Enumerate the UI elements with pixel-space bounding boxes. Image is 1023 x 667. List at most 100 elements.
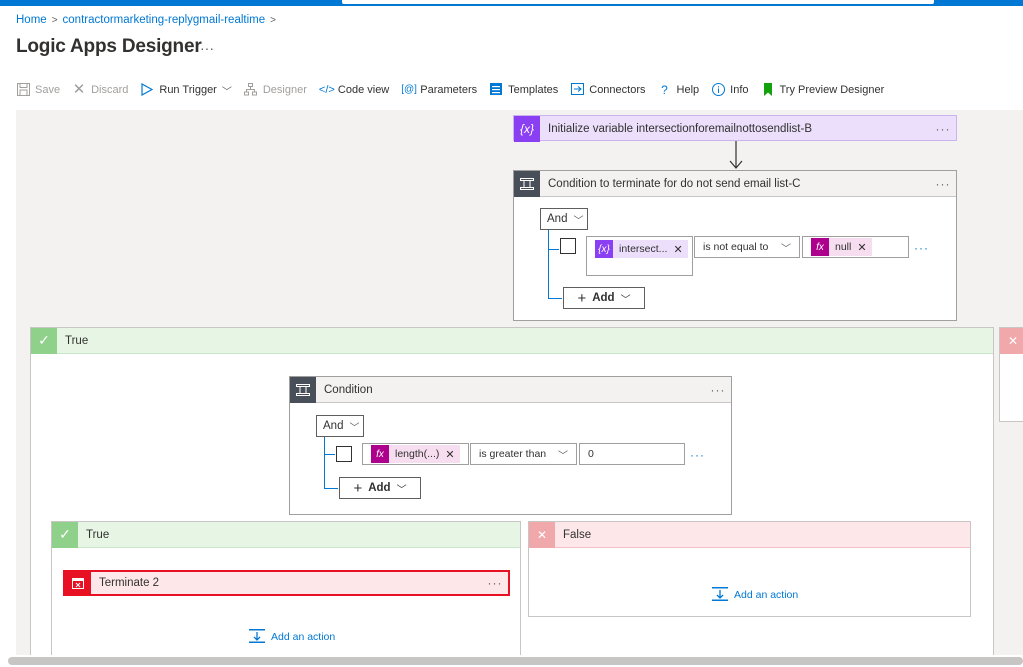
branch-label: True bbox=[65, 334, 89, 347]
card-header: Terminate 2 ··· bbox=[65, 572, 508, 594]
connectors-label: Connectors bbox=[589, 84, 646, 96]
try-preview-designer-button[interactable]: Try Preview Designer bbox=[761, 83, 884, 97]
templates-button[interactable]: Templates bbox=[489, 83, 558, 97]
false-branch-header[interactable]: ✕ False bbox=[529, 521, 970, 548]
and-label: And bbox=[547, 213, 568, 225]
terminate-action-card[interactable]: Terminate 2 ··· bbox=[63, 570, 510, 596]
row-more-button[interactable]: ··· bbox=[690, 448, 705, 462]
expression-token[interactable]: fx null ✕ bbox=[811, 238, 872, 256]
row-checkbox[interactable] bbox=[336, 446, 352, 462]
add-action-label: Add an action bbox=[734, 589, 799, 601]
condition-icon bbox=[514, 170, 540, 197]
connector-arrow bbox=[729, 141, 743, 169]
add-an-action-button[interactable]: Add an action bbox=[249, 629, 335, 645]
condition-left-operand[interactable]: fx length(...) ✕ bbox=[362, 443, 469, 465]
add-action-icon bbox=[712, 587, 728, 603]
parameters-icon: [@] bbox=[401, 84, 417, 95]
function-icon: fx bbox=[371, 445, 389, 463]
close-icon[interactable]: ✕ bbox=[857, 241, 866, 254]
add-action-label: Add an action bbox=[271, 631, 336, 643]
and-or-dropdown[interactable]: And ﹀ bbox=[316, 415, 365, 437]
toolbar: Save ✕ Discard Run Trigger ﹀ Designer </… bbox=[16, 82, 896, 98]
condition-left-operand[interactable]: {x} intersect... ✕ bbox=[586, 236, 693, 276]
condition-card-inner[interactable]: Condition ··· And ﹀ fx length(...) ✕ is … bbox=[289, 376, 732, 515]
token-label: intersect... bbox=[619, 243, 668, 255]
branch-label: False bbox=[563, 528, 592, 541]
variable-icon: {x} bbox=[595, 240, 613, 258]
plus-icon: + bbox=[577, 289, 587, 307]
info-button[interactable]: Info bbox=[711, 83, 749, 97]
check-icon: ✓ bbox=[52, 521, 78, 548]
condition-value-input[interactable]: 0 bbox=[579, 443, 685, 465]
variable-icon: {x} bbox=[514, 116, 540, 142]
more-options-button[interactable]: ··· bbox=[200, 40, 214, 56]
discard-button[interactable]: ✕ Discard bbox=[72, 81, 129, 98]
horizontal-scrollbar[interactable] bbox=[0, 655, 1023, 667]
save-button[interactable]: Save bbox=[16, 83, 60, 97]
tree-line bbox=[548, 298, 562, 299]
more-options-button[interactable]: ··· bbox=[930, 177, 956, 191]
more-options-button[interactable]: ··· bbox=[705, 383, 731, 397]
chevron-down-icon: ﹀ bbox=[558, 451, 568, 462]
templates-label: Templates bbox=[508, 84, 559, 96]
close-icon: ✕ bbox=[72, 81, 86, 98]
breadcrumb-app[interactable]: contractormarketing-replygmail-realtime bbox=[63, 14, 266, 26]
run-trigger-label: Run Trigger bbox=[159, 84, 217, 96]
operator-dropdown[interactable]: is greater than ﹀ bbox=[470, 443, 577, 465]
save-icon bbox=[16, 83, 30, 97]
breadcrumb-home[interactable]: Home bbox=[16, 14, 47, 26]
add-an-action-button[interactable]: Add an action bbox=[712, 587, 798, 603]
true-branch-header[interactable]: ✓ True bbox=[31, 327, 993, 354]
close-icon: ✕ bbox=[529, 521, 555, 548]
card-header: Condition to terminate for do not send e… bbox=[514, 170, 956, 197]
more-options-button[interactable]: ··· bbox=[482, 576, 508, 590]
false-branch-header[interactable]: ✕ bbox=[1000, 327, 1023, 354]
tree-line bbox=[324, 437, 325, 489]
connectors-button[interactable]: Connectors bbox=[570, 83, 646, 97]
code-view-button[interactable]: </> Code view bbox=[319, 83, 389, 97]
condition-card-c[interactable]: Condition to terminate for do not send e… bbox=[513, 170, 957, 321]
add-label: Add bbox=[368, 482, 391, 494]
false-branch-inner: ✕ False Add an action bbox=[528, 521, 971, 617]
more-options-button[interactable]: ··· bbox=[930, 122, 956, 136]
page-title: Logic Apps Designer bbox=[16, 36, 202, 57]
connectors-icon bbox=[570, 83, 584, 97]
scrollbar-thumb[interactable] bbox=[8, 657, 1023, 665]
card-title: Condition bbox=[324, 383, 373, 396]
parameters-button[interactable]: [@] Parameters bbox=[401, 83, 477, 97]
help-button[interactable]: ? Help bbox=[658, 83, 699, 97]
designer-label: Designer bbox=[262, 84, 307, 96]
tree-line bbox=[324, 454, 335, 455]
chevron-down-icon: ﹀ bbox=[781, 244, 791, 255]
condition-icon bbox=[290, 376, 316, 403]
expression-token[interactable]: fx length(...) ✕ bbox=[371, 445, 460, 463]
close-icon[interactable]: ✕ bbox=[673, 243, 682, 256]
condition-right-operand[interactable]: fx null ✕ bbox=[802, 236, 909, 258]
code-icon: </> bbox=[318, 84, 335, 96]
operator-dropdown[interactable]: is not equal to ﹀ bbox=[694, 236, 800, 258]
close-icon[interactable]: ✕ bbox=[445, 448, 454, 461]
tree-line bbox=[548, 249, 559, 250]
value-text: 0 bbox=[588, 448, 594, 460]
chevron-down-icon: ﹀ bbox=[221, 86, 232, 98]
designer-button[interactable]: Designer bbox=[244, 83, 307, 97]
info-icon bbox=[711, 83, 725, 97]
operator-label: is not equal to bbox=[703, 241, 769, 253]
run-trigger-button[interactable]: Run Trigger ﹀ bbox=[140, 82, 232, 98]
designer-icon bbox=[244, 83, 258, 97]
true-branch-header[interactable]: ✓ True bbox=[52, 521, 520, 548]
add-condition-button[interactable]: + Add ﹀ bbox=[339, 477, 421, 499]
breadcrumb: Home > contractormarketing-replygmail-re… bbox=[16, 14, 276, 26]
bookmark-icon bbox=[761, 83, 775, 97]
and-or-dropdown[interactable]: And ﹀ bbox=[540, 208, 589, 230]
card-header: {x} Initialize variable intersectionfore… bbox=[514, 116, 956, 142]
designer-canvas[interactable]: {x} Initialize variable intersectionfore… bbox=[16, 110, 1023, 655]
save-label: Save bbox=[35, 84, 61, 96]
dynamic-content-token[interactable]: {x} intersect... ✕ bbox=[595, 240, 688, 258]
initialize-variable-card[interactable]: {x} Initialize variable intersectionfore… bbox=[513, 115, 957, 142]
row-checkbox[interactable] bbox=[560, 238, 576, 254]
add-condition-button[interactable]: + Add ﹀ bbox=[563, 287, 645, 309]
global-search-input[interactable] bbox=[342, 0, 934, 4]
chevron-down-icon: ﹀ bbox=[620, 294, 631, 306]
row-more-button[interactable]: ··· bbox=[914, 241, 929, 255]
